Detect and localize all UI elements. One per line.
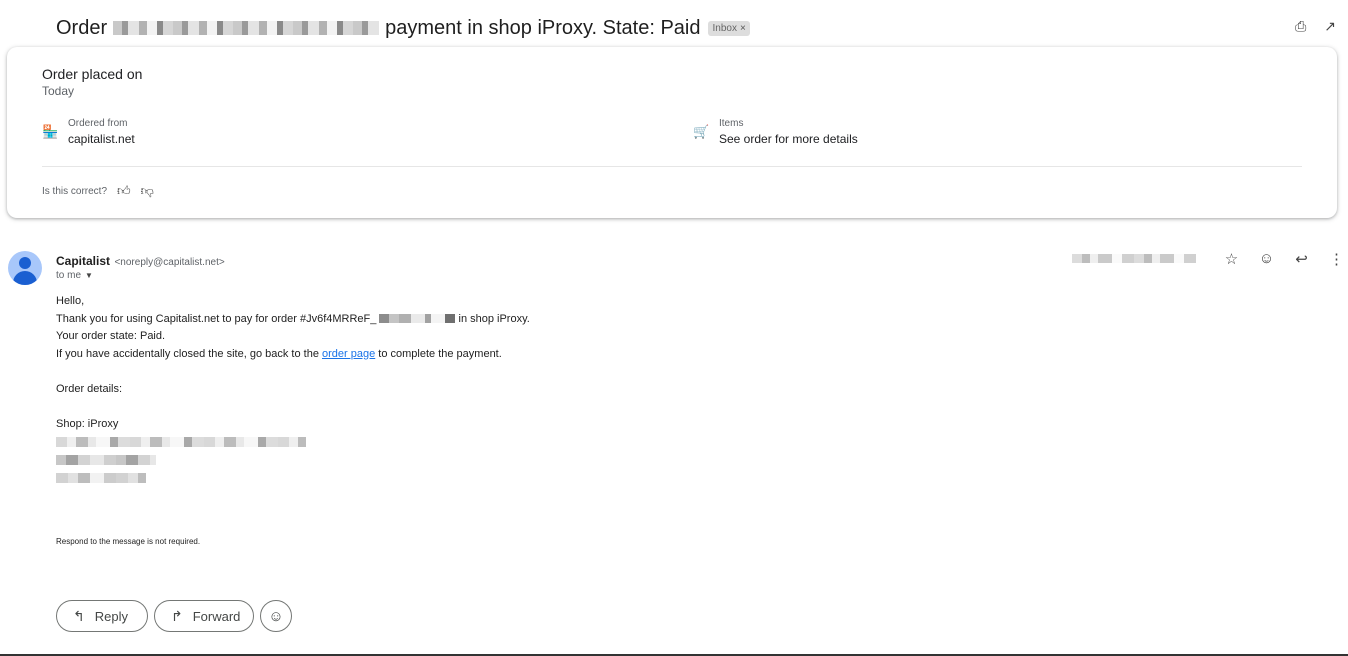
forward-label: Forward [192, 608, 241, 624]
footer-note: Respond to the message is not required. [56, 537, 201, 546]
order-summary-card: Order placed on Today 🏪 Ordered from cap… [7, 47, 1337, 218]
ordered-from-value: capitalist.net [68, 132, 135, 146]
body-line-2: Your order state: Paid. [56, 330, 166, 342]
redacted-order-id [113, 21, 380, 35]
feedback-row: Is this correct? 👍︎ 👎︎ [42, 183, 154, 199]
redacted-order-number [379, 313, 456, 323]
redacted-detail-line [56, 473, 146, 483]
reply-button[interactable]: ↰ Reply [56, 600, 148, 632]
redacted-timestamp [1072, 254, 1196, 263]
order-card-date: Today [42, 84, 75, 98]
order-page-link[interactable]: order page [322, 348, 375, 360]
remove-label-icon[interactable]: × [740, 23, 746, 34]
sender-email: <noreply@capitalist.net> [114, 257, 225, 268]
feedback-question: Is this correct? [42, 185, 108, 197]
email-subject: Order payment in shop iProxy. State: Pai… [56, 14, 750, 42]
shop-line: Shop: iProxy [56, 417, 119, 430]
forward-arrow-icon: ↱ [171, 607, 183, 624]
subject-prefix: Order [56, 16, 108, 39]
inbox-label-chip[interactable]: Inbox × [708, 20, 750, 36]
sender-avatar[interactable] [8, 251, 42, 285]
message-actions: ☆ ☺ ↩ ⋮ [1214, 250, 1348, 268]
ordered-from-label: Ordered from [68, 118, 128, 129]
more-options-icon[interactable]: ⋮ [1319, 250, 1348, 268]
chevron-down-icon[interactable]: ▼ [85, 271, 93, 280]
reply-actions: ↰ Reply ↱ Forward ☺ [56, 600, 292, 632]
sender-name[interactable]: Capitalist [56, 254, 110, 268]
header-actions: ⎙ ↗ [1295, 18, 1336, 35]
subject-suffix: payment in shop iProxy. State: Paid [385, 16, 701, 39]
sender-line: Capitalist <noreply@capitalist.net> [56, 252, 225, 270]
items-value[interactable]: See order for more details [719, 132, 858, 146]
message-body: Hello, Thank you for using Capitalist.ne… [56, 293, 530, 491]
reply-arrow-icon: ↰ [73, 607, 85, 624]
cart-icon: 🛒 [693, 124, 710, 139]
smiley-icon: ☺ [268, 607, 284, 625]
store-icon: 🏪 [42, 124, 59, 139]
items-label: Items [719, 118, 744, 129]
forward-button[interactable]: ↱ Forward [154, 600, 254, 632]
redacted-detail-line [56, 455, 156, 465]
card-divider [42, 166, 1302, 167]
body-line-1: Thank you for using Capitalist.net to pa… [56, 312, 530, 325]
greeting: Hello, [56, 295, 85, 307]
reply-label: Reply [94, 608, 128, 624]
body-line-3: If you have accidentally closed the site… [56, 347, 502, 360]
recipient-text: to me [56, 270, 82, 281]
order-details-heading: Order details: [56, 382, 123, 395]
open-in-new-window-icon[interactable]: ↗ [1324, 18, 1336, 35]
reply-icon[interactable]: ↩ [1284, 250, 1319, 268]
emoji-react-icon[interactable]: ☺ [1249, 250, 1284, 268]
ordered-from-field: 🏪 Ordered from capitalist.net [42, 118, 135, 146]
thumbs-down-icon[interactable]: 👎︎ [141, 183, 154, 199]
print-icon[interactable]: ⎙ [1295, 18, 1306, 35]
emoji-button[interactable]: ☺ [260, 600, 292, 632]
thumbs-up-icon[interactable]: 👍︎ [117, 183, 131, 199]
order-card-title: Order placed on [42, 66, 143, 82]
inbox-label-text: Inbox [712, 22, 737, 34]
recipient-toggle[interactable]: to me ▼ [56, 270, 93, 281]
star-icon[interactable]: ☆ [1214, 250, 1249, 268]
redacted-detail-line [56, 437, 306, 447]
items-field[interactable]: 🛒 Items See order for more details [693, 118, 858, 146]
